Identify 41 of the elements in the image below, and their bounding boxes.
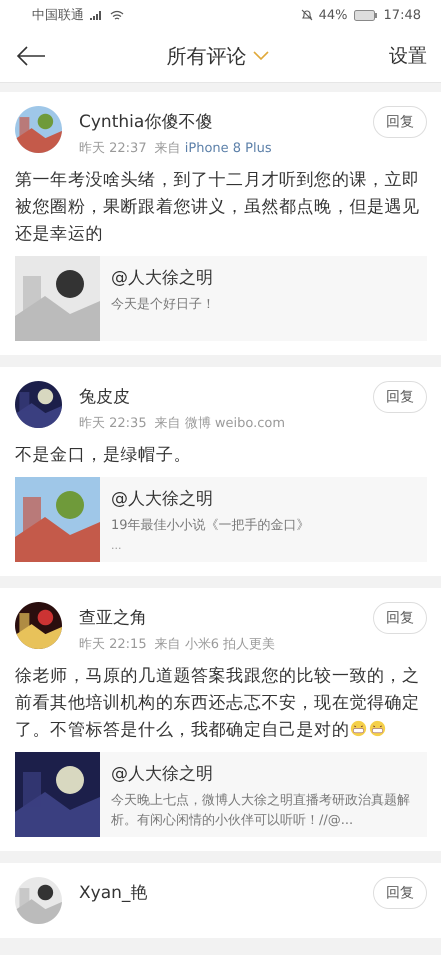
battery-percent: 44% <box>318 8 348 22</box>
user-name[interactable]: 查亚之角 <box>79 606 356 629</box>
reply-button[interactable]: 回复 <box>373 381 427 413</box>
comment-time: 昨天 22:35 <box>79 415 147 432</box>
settings-link[interactable]: 设置 <box>389 43 427 69</box>
more-ellipsis: ... <box>111 542 122 550</box>
clock: 17:48 <box>384 8 421 22</box>
chevron-down-icon <box>252 51 268 61</box>
comment-filter-dropdown[interactable]: 所有评论 <box>166 42 268 70</box>
comment-text: 不是金口，是绿帽子。 <box>15 444 192 467</box>
carrier-label: 中国联通 <box>32 7 84 24</box>
quoted-text: 今天晚上七点，微博人大徐之明直播考研政治真题解析。有闲心闲情的小伙伴可以听听！//@... <box>111 792 411 830</box>
back-arrow-icon <box>16 46 46 66</box>
quoted-post[interactable]: @人大徐之明 今天是个好日子！ <box>15 256 427 341</box>
wifi-icon <box>110 10 124 20</box>
quoted-post[interactable]: @人大徐之明 19年最佳小小说《一把手的金口》 ... <box>15 477 427 562</box>
quoted-author: @人大徐之明 <box>111 267 214 289</box>
comment-text: 徐老师，马原的几道题答案我跟您的比较一致的，之前看其他培训机构的东西还忐忑不安，现在觉得确定了。不管标答是什么，我都确定自己是对的 <box>15 665 421 742</box>
quoted-post[interactable]: @人大徐之明 今天晚上七点，微博人大徐之明直播考研政治真题解析。有闲心闲情的小伙伴可以听听！//@... <box>15 752 427 837</box>
comment-time: 昨天 22:37 <box>79 140 147 157</box>
quoted-text: 19年最佳小小说《一把手的金口》 <box>111 517 310 535</box>
source-info: 来自 iPhone 8 Plus <box>154 140 272 157</box>
quoted-author: @人大徐之明 <box>111 488 214 510</box>
reply-button[interactable]: 回复 <box>373 106 427 138</box>
grin-emoji-icon <box>350 720 368 737</box>
back-button[interactable] <box>16 46 46 66</box>
reply-button[interactable]: 回复 <box>373 602 427 634</box>
source-info: 来自 微博 weibo.com <box>154 415 285 432</box>
signal-icon <box>90 10 104 20</box>
grin-emoji-icon <box>369 720 386 737</box>
battery-icon <box>354 10 378 20</box>
user-name[interactable]: Xyan_艳 <box>79 881 356 904</box>
comment-time: 昨天 22:15 <box>79 636 147 653</box>
quoted-author: @人大徐之明 <box>111 763 214 785</box>
comment-text: 第一年考没啥头绪，到了十二月才听到您的课，立即被您圈粉，果断跟着您讲义，虽然都点晚，但是遇见还是幸运的 <box>15 169 421 246</box>
source-info: 来自 小米6 拍人更美 <box>154 636 276 653</box>
reply-button[interactable]: 回复 <box>373 877 427 909</box>
mute-bell-icon <box>300 9 313 21</box>
user-name[interactable]: Cynthia你傻不傻 <box>79 110 356 133</box>
quoted-text: 今天是个好日子！ <box>111 296 215 314</box>
user-name[interactable]: 兔皮皮 <box>79 385 356 408</box>
